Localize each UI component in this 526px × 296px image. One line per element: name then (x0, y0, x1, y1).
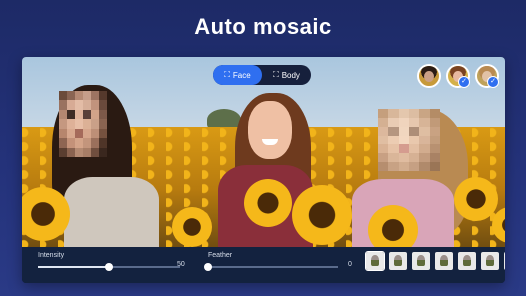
style-thumbnails (365, 251, 505, 271)
avatar-face (424, 71, 434, 82)
mosaic-style-thumbnail[interactable] (458, 252, 476, 270)
intensity-value: 50 (177, 261, 185, 268)
left-person-shirt (64, 177, 159, 247)
body-scan-icon: ⛶ (273, 70, 279, 79)
mosaic-style-thumbnail[interactable] (435, 252, 453, 270)
sunflower (454, 177, 498, 221)
face-avatar-3[interactable]: ✓ (475, 64, 499, 88)
face-mode-label: Face (232, 70, 251, 80)
mosaic-style-thumbnail[interactable] (365, 251, 385, 271)
thumbnail-figure-icon (463, 255, 471, 266)
center-person-face (248, 101, 292, 159)
thumbnail-figure-icon (486, 255, 494, 266)
control-panel: Intensity 50 Feather 0 (22, 247, 505, 283)
thumbnail-figure-icon (440, 255, 448, 266)
mosaic-style-thumbnail[interactable] (389, 252, 407, 270)
left-face-mosaic (59, 91, 107, 157)
body-mode-label: Body (281, 70, 300, 80)
mosaic-style-thumbnail[interactable] (504, 252, 505, 270)
feather-value: 0 (348, 261, 352, 268)
sunflower (244, 179, 292, 227)
intensity-fill (38, 266, 109, 268)
face-mode-button[interactable]: ⛶ Face (213, 65, 262, 85)
editor-frame: ⛶ Face ⛶ Body ✓ ✓ Intensity 50 Feather 0 (22, 57, 505, 283)
sunflower (172, 207, 212, 247)
feather-knob[interactable] (204, 263, 212, 271)
feather-slider[interactable] (204, 263, 338, 271)
sunflower-photo: ⛶ Face ⛶ Body ✓ ✓ (22, 57, 505, 247)
intensity-label: Intensity (38, 252, 65, 259)
mode-toggle: ⛶ Face ⛶ Body (213, 65, 311, 85)
check-icon: ✓ (458, 76, 470, 88)
mosaic-style-thumbnail[interactable] (412, 252, 430, 270)
sunflower (368, 205, 418, 247)
intensity-knob[interactable] (105, 263, 113, 271)
face-scan-icon: ⛶ (224, 70, 230, 79)
thumbnail-figure-icon (417, 255, 425, 266)
page-headline: Auto mosaic (194, 14, 332, 39)
face-avatar-2[interactable]: ✓ (446, 64, 470, 88)
right-face-mosaic (378, 109, 440, 171)
thumbnail-figure-icon (371, 255, 379, 266)
feather-label: Feather (208, 252, 233, 259)
intensity-slider[interactable] (38, 263, 180, 271)
check-icon: ✓ (487, 76, 499, 88)
thumbnail-figure-icon (394, 255, 402, 266)
face-avatar-1[interactable] (417, 64, 441, 88)
body-mode-button[interactable]: ⛶ Body (262, 65, 311, 85)
detected-faces: ✓ ✓ (417, 64, 499, 88)
mosaic-style-thumbnail[interactable] (481, 252, 499, 270)
sunflower (292, 185, 352, 245)
